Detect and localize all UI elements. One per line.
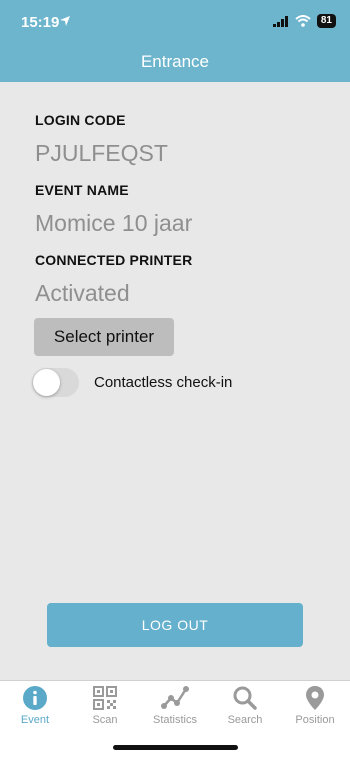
- location-pin-icon: [306, 686, 324, 710]
- toggle-knob: [33, 369, 60, 396]
- location-arrow-icon: [60, 16, 70, 26]
- tab-label: Scan: [92, 714, 118, 726]
- select-printer-button[interactable]: Select printer: [34, 318, 174, 356]
- login-code-label: LOGIN CODE: [35, 112, 126, 128]
- tab-label: Event: [20, 714, 50, 726]
- event-name-label: EVENT NAME: [35, 182, 129, 198]
- connected-printer-label: CONNECTED PRINTER: [35, 252, 193, 268]
- login-code-value: PJULFEQST: [35, 140, 168, 166]
- tab-search[interactable]: Search: [210, 685, 280, 726]
- tab-label: Statistics: [152, 714, 197, 726]
- status-indicators: 81: [272, 14, 336, 28]
- qr-icon: [93, 686, 117, 710]
- event-name-value: Momice 10 jaar: [35, 210, 193, 236]
- header-bar: 15:19 81 Entrance: [0, 0, 350, 82]
- logout-button[interactable]: LOG OUT: [47, 603, 303, 647]
- tab-scan[interactable]: Scan: [70, 685, 140, 726]
- cellular-signal-icon: [272, 15, 288, 27]
- tab-event[interactable]: Event: [0, 685, 70, 726]
- page-title: Entrance: [140, 52, 210, 71]
- contactless-toggle[interactable]: [32, 368, 79, 397]
- tab-label: Position: [295, 714, 335, 726]
- statistics-icon: [161, 686, 189, 709]
- battery-indicator: 81: [316, 14, 336, 28]
- wifi-icon: [295, 15, 311, 27]
- tab-label: Search: [227, 714, 263, 726]
- search-icon: [233, 686, 257, 710]
- tab-position[interactable]: Position: [280, 685, 350, 726]
- connected-printer-value: Activated: [35, 280, 130, 306]
- home-indicator: [113, 745, 238, 750]
- info-icon: [23, 686, 47, 710]
- contactless-label: Contactless check-in: [94, 374, 233, 391]
- status-time: 15:19: [21, 14, 60, 31]
- tab-statistics[interactable]: Statistics: [140, 685, 210, 726]
